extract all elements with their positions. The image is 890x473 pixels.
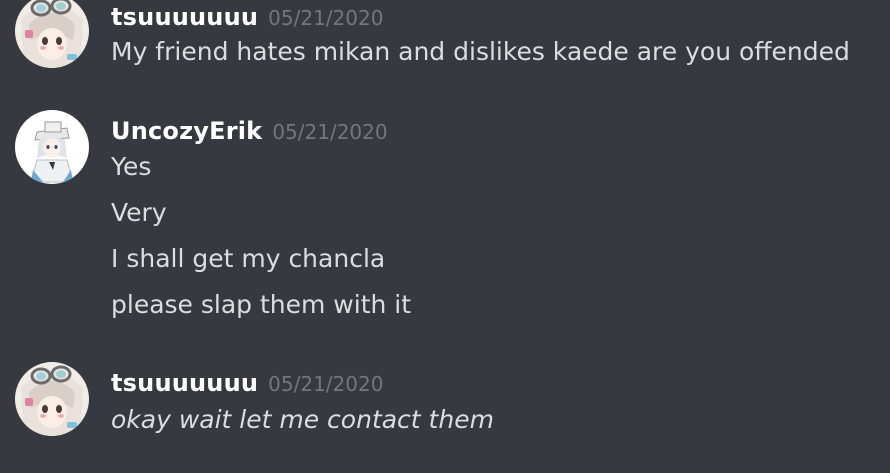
message-header: UncozyErik 05/21/2020 bbox=[111, 117, 388, 145]
username[interactable]: UncozyErik bbox=[111, 117, 262, 145]
message-header: tsuuuuuuu 05/21/2020 bbox=[111, 3, 383, 31]
username[interactable]: tsuuuuuuu bbox=[111, 3, 258, 31]
message-text: I shall get my chancla bbox=[111, 244, 386, 273]
timestamp: 05/21/2020 bbox=[268, 372, 384, 396]
anime-girl-goggles-avatar-icon bbox=[15, 362, 89, 436]
message-header: tsuuuuuuu 05/21/2020 bbox=[111, 369, 383, 397]
chat-messages: tsuuuuuuu 05/21/2020 My friend hates mika… bbox=[0, 0, 890, 473]
message-text: Yes bbox=[111, 152, 152, 181]
avatar[interactable] bbox=[15, 0, 89, 68]
message-text: okay wait let me contact them bbox=[111, 405, 494, 434]
avatar[interactable] bbox=[15, 110, 89, 184]
message-text: My friend hates mikan and dislikes kaede… bbox=[111, 37, 850, 66]
message-text: please slap them with it bbox=[111, 290, 412, 319]
message-text: Very bbox=[111, 198, 167, 227]
anime-girl-goggles-avatar-icon bbox=[15, 0, 89, 68]
avatar[interactable] bbox=[15, 362, 89, 436]
timestamp: 05/21/2020 bbox=[272, 120, 388, 144]
anime-character-white-hat-avatar-icon bbox=[15, 110, 89, 184]
timestamp: 05/21/2020 bbox=[268, 6, 384, 30]
username[interactable]: tsuuuuuuu bbox=[111, 369, 258, 397]
